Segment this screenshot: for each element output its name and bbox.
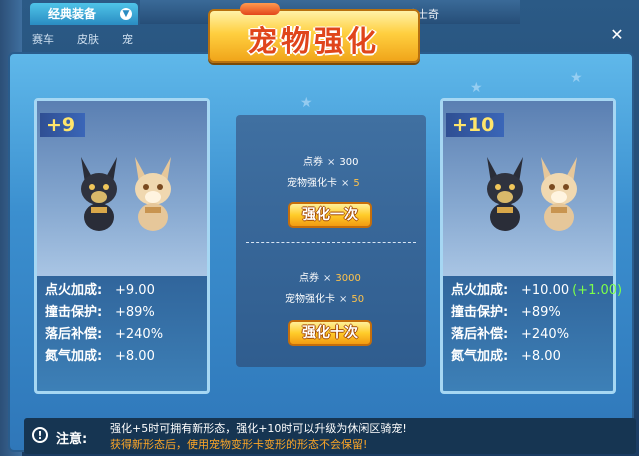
cost-card: 宠物强化卡 × 5 [287,174,360,189]
notice-line-1: 强化+5时可拥有新形态，强化+10时可以升级为休闲区骑宠! [110,422,407,435]
notice-bar: ! 注意: 强化+5时可拥有新形态，强化+10时可以升级为休闲区骑宠! 获得新形… [24,418,636,454]
stat-bonus: (+1.00) [572,283,623,298]
stat-row: 点火加成: +10.00 (+1.00) [451,279,622,301]
background-nav: 赛车 皮肤 宠 [22,28,222,48]
stat-value: +9.00 [115,283,155,298]
stat-row: 氮气加成: +8.00 [45,345,163,367]
cost-label: 点券 [299,273,319,284]
nav-item-pets[interactable]: 宠 [122,31,133,47]
cost-value: 5 [353,178,360,189]
stat-row: 落后补偿: +240% [451,323,622,345]
stats-list: 点火加成: +9.00 撞击保护: +89% 落后补偿: +240% 氮气加成: +8.… [45,279,163,367]
stat-value: +89% [521,305,561,320]
stat-value: +89% [115,305,155,320]
dialog-title: 宠物强化 [247,24,380,58]
times-sign: × [327,157,336,168]
times-sign: × [323,273,332,284]
stat-row: 落后补偿: +240% [45,323,163,345]
times-sign: × [341,178,350,189]
notice-line-2: 获得新形态后，使用宠物变形卡变形的形态不会保留! [110,438,368,451]
cost-label: 宠物强化卡 [285,294,335,305]
light-fox-pet-icon [135,157,171,231]
star-decoration: ★ [300,95,313,111]
stat-label: 撞击保护: [451,305,509,320]
stat-value: +8.00 [521,349,561,364]
stat-value: +240% [115,327,164,342]
close-icon: ✕ [610,25,624,44]
dark-fox-pet-icon [487,157,523,231]
cost-coupon: 点券 × 3000 [299,269,361,284]
category-tab[interactable]: 经典装备 ▼ [30,3,138,25]
stat-row: 撞击保护: +89% [451,301,622,323]
category-tab-label: 经典装备 [48,7,97,21]
stats-list: 点火加成: +10.00 (+1.00) 撞击保护: +89% 落后补偿: +240% … [451,279,622,367]
stat-label: 点火加成: [45,283,103,298]
stat-label: 氮气加成: [45,349,103,364]
stat-value: +240% [521,327,570,342]
stat-row: 撞击保护: +89% [45,301,163,323]
stat-label: 氮气加成: [451,349,509,364]
next-level-panel: +10 点火加成: +10.00 (+1.00) 撞击保护: +89% 落后补偿: +2… [440,98,622,394]
level-badge: +10 [446,113,505,137]
upgrade-once-button[interactable]: 强化一次 [288,202,372,228]
stat-label: 落后补偿: [451,327,509,342]
times-sign: × [339,294,348,305]
cost-value: 50 [351,294,365,305]
notice-label: 注意: [56,432,88,447]
cost-coupon: 点券 × 300 [303,153,358,168]
cost-value: 3000 [335,273,361,284]
star-decoration: ★ [470,80,483,96]
light-fox-pet-icon [541,157,577,231]
stat-label: 落后补偿: [45,327,103,342]
stat-row: 氮气加成: +8.00 [451,345,622,367]
cost-value: 300 [339,157,359,168]
dark-fox-pet-icon [81,157,117,231]
warning-icon: ! [32,427,48,443]
nav-item-skins[interactable]: 皮肤 [77,31,99,47]
level-badge: +9 [40,113,86,137]
current-level-panel: +9 点火加成: +9.00 撞击保护: +89% 落后补偿: +240% 氮气加成:… [34,98,210,394]
chevron-down-icon[interactable]: ▼ [120,8,132,20]
stat-label: 点火加成: [451,283,509,298]
star-decoration: ★ [570,70,583,86]
stat-value: +8.00 [115,349,155,364]
stat-label: 撞击保护: [45,305,103,320]
banner-gem [240,3,280,15]
cost-label: 点券 [303,157,323,168]
divider [246,242,416,243]
stat-row: 点火加成: +9.00 [45,279,163,301]
cost-card: 宠物强化卡 × 50 [285,290,364,305]
close-button[interactable]: ✕ [605,25,629,45]
cost-label: 宠物强化卡 [287,178,337,189]
title-banner: 宠物强化 [208,3,420,63]
stat-value: +10.00 [521,283,570,298]
nav-item-cars[interactable]: 赛车 [32,31,54,47]
upgrade-ten-button[interactable]: 强化十次 [288,320,372,346]
